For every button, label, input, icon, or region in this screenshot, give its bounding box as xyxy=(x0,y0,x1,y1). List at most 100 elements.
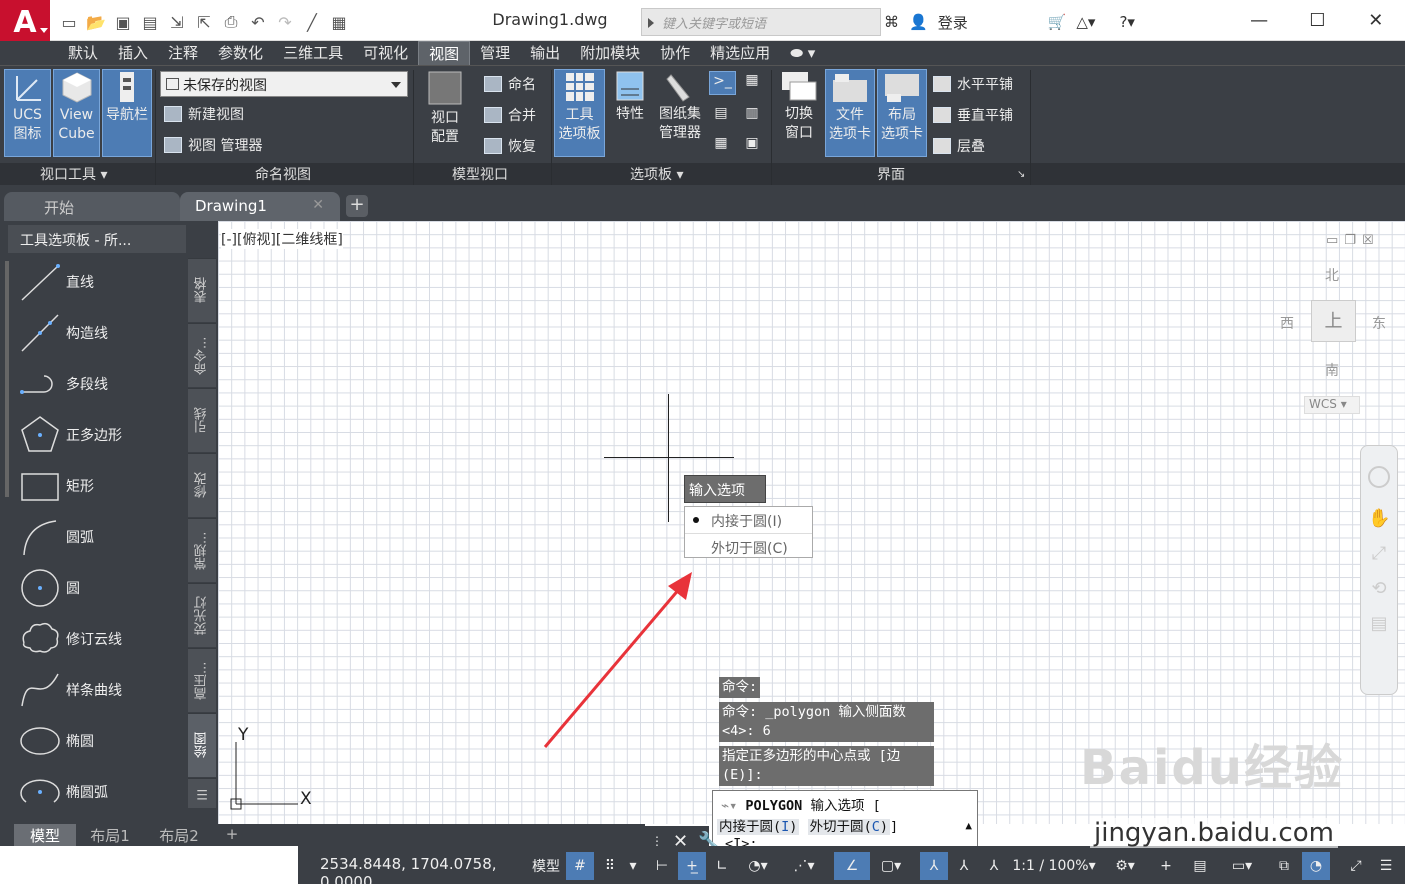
clipboard-icon[interactable]: ▣ xyxy=(740,134,764,158)
viewport-config-button[interactable]: 视口 配置 xyxy=(420,69,470,157)
orbit-icon[interactable]: ⟲ xyxy=(1368,578,1390,599)
calculator-icon[interactable]: ▥ xyxy=(740,104,764,128)
print-icon[interactable]: ⎙ xyxy=(220,11,242,33)
option-inscribed[interactable]: 内接于圆(I) xyxy=(685,507,812,533)
palette-title[interactable]: 工具选项板 - 所... xyxy=(8,225,186,253)
palette-item-line[interactable]: 直线 xyxy=(18,258,178,306)
tab-addins[interactable]: 附加模块 xyxy=(570,41,650,65)
tile-vertical-button[interactable]: 垂直平铺 xyxy=(933,105,1013,125)
close-icon[interactable]: ✕ xyxy=(312,197,324,213)
login-button[interactable]: 登录 xyxy=(938,12,1038,33)
add-layout-button[interactable]: + xyxy=(218,824,246,846)
zoom-extents-icon[interactable]: ⤢ xyxy=(1368,543,1390,564)
viewcube-west[interactable]: 西 xyxy=(1280,313,1294,333)
close-icon[interactable]: ✕ xyxy=(1347,0,1405,40)
showmotion-icon[interactable]: ▤ xyxy=(1368,613,1390,634)
option-circumscribed[interactable]: 外切于圆(C) xyxy=(685,533,812,559)
viewport-restore-icon[interactable]: ❐ xyxy=(1344,233,1356,248)
ortho-icon[interactable]: ∟ xyxy=(708,852,736,880)
palette-tab-draw[interactable]: 绘图 xyxy=(188,713,216,777)
isodraft-icon[interactable]: ⋰▾ xyxy=(784,852,824,880)
viewport-controls-label[interactable]: [-][俯视][二维线框] xyxy=(221,229,343,249)
ucs-icon-button[interactable]: UCS 图标 xyxy=(4,69,51,157)
quick-properties-icon[interactable]: ▭▾ xyxy=(1218,852,1266,880)
tab-view[interactable]: 视图 xyxy=(418,41,471,65)
clean-screen-icon[interactable]: ⤢ xyxy=(1342,852,1370,880)
tab-collaborate[interactable]: 协作 xyxy=(650,41,700,65)
a360-icon[interactable]: △▾ xyxy=(1076,13,1095,31)
object-snap-icon[interactable]: ▢▾ xyxy=(872,852,910,880)
tab-manage[interactable]: 管理 xyxy=(470,41,520,65)
switch-window-button[interactable]: 切换 窗口 xyxy=(776,69,822,157)
steering-wheel-icon[interactable] xyxy=(1368,466,1390,488)
viewcube-north[interactable]: 北 xyxy=(1325,265,1339,285)
palette-item-polyline[interactable]: 多段线 xyxy=(18,360,178,408)
polar-tracking-icon[interactable]: ◔▾ xyxy=(738,852,778,880)
tile-horizontal-button[interactable]: 水平平铺 xyxy=(933,74,1013,94)
snap-icon[interactable]: ⠿ xyxy=(596,852,624,880)
viewcube-south[interactable]: 南 xyxy=(1325,360,1339,380)
annotation-scale-dropdown[interactable]: 1:1 / 100% ▾ xyxy=(1012,852,1096,880)
markup-icon[interactable]: ▤ xyxy=(709,104,733,128)
tab-featured-apps[interactable]: 精选应用 xyxy=(700,41,780,65)
palette-tab-modify[interactable]: 修改 xyxy=(188,453,216,517)
palette-item-ellipse[interactable]: 椭圆 xyxy=(18,717,178,765)
workspace-gear-icon[interactable]: ⚙▾ xyxy=(1102,852,1148,880)
sheet-set-manager-button[interactable]: 图纸集 管理器 xyxy=(654,69,706,157)
viewport-named-button[interactable]: 命名 xyxy=(484,74,536,94)
search-input[interactable]: 键入关键字或短语 xyxy=(641,8,881,36)
tab-annotate[interactable]: 注释 xyxy=(158,41,208,65)
annotation-visibility-icon[interactable]: ⅄ xyxy=(920,852,948,880)
palette-scrollbar[interactable] xyxy=(5,261,9,497)
auto-scale-icon[interactable]: ⅄ xyxy=(950,852,978,880)
palette-tab-general[interactable]: 常规... xyxy=(188,518,216,582)
viewport-minimize-icon[interactable]: ▭ xyxy=(1326,233,1338,248)
tool-palettes-button[interactable]: 工具 选项板 xyxy=(554,69,605,157)
palette-tab-more-icon[interactable]: ☰ xyxy=(188,778,216,808)
tab-layout1[interactable]: 布局1 xyxy=(78,824,142,846)
file-tabs-button[interactable]: 文件 选项卡 xyxy=(825,69,875,157)
match-icon[interactable]: ╱ xyxy=(301,11,323,33)
palette-tab-tables[interactable]: 表格 xyxy=(188,258,216,322)
panel-label-palettes[interactable]: 选项板 ▾ xyxy=(630,164,683,184)
tab-start[interactable]: 开始 xyxy=(4,192,180,221)
tab-drawing1[interactable]: Drawing1 ✕ xyxy=(180,192,340,221)
palette-item-spline[interactable]: 样条曲线 xyxy=(18,666,178,714)
cart-icon[interactable]: 🛒 xyxy=(1048,13,1067,31)
tab-visualize[interactable]: 可视化 xyxy=(353,41,418,65)
palette-tab-high-pressure[interactable]: 高压... xyxy=(188,648,216,712)
palette-item-elliptical-arc[interactable]: 椭圆弧 xyxy=(18,768,178,816)
open-icon[interactable]: 📂 xyxy=(85,11,107,33)
viewport-close-icon[interactable]: ☒ xyxy=(1362,233,1374,248)
coordinates-readout[interactable]: 2534.8448, 1704.0758, 0.0000 xyxy=(298,850,523,884)
palette-item-rectangle[interactable]: 矩形 xyxy=(18,462,178,510)
model-space-button[interactable]: 模型 xyxy=(528,852,564,880)
grid-icon[interactable]: # xyxy=(566,852,594,880)
search-expand-icon[interactable] xyxy=(648,18,654,28)
panel-label-viewport-tools[interactable]: 视口工具 ▾ xyxy=(40,164,107,184)
viewcube-east[interactable]: 东 xyxy=(1372,313,1386,333)
hardware-acceleration-icon[interactable]: ◔ xyxy=(1302,852,1330,880)
tab-model[interactable]: 模型 xyxy=(14,824,76,846)
navigation-bar[interactable]: ✋ ⤢ ⟲ ▤ xyxy=(1360,445,1398,695)
annotation-monitor-icon[interactable]: + xyxy=(1152,852,1180,880)
import-icon[interactable]: ⇲ xyxy=(166,11,188,33)
maximize-icon[interactable]: ☐ xyxy=(1288,0,1346,40)
isolate-objects-icon[interactable]: ⧉ xyxy=(1270,852,1298,880)
tab-parametric[interactable]: 参数化 xyxy=(208,41,273,65)
customization-menu-icon[interactable]: ☰ xyxy=(1372,852,1400,880)
command-line-toggle[interactable]: >_ xyxy=(709,71,736,95)
command-option-circumscribed[interactable]: 外切于圆(C) xyxy=(807,819,890,835)
command-history-toggle-icon[interactable]: ▲ xyxy=(965,819,972,832)
dynamic-input-icon[interactable]: +̲ xyxy=(678,852,706,880)
command-prompt-icon[interactable]: ⌁▾ xyxy=(721,798,737,814)
palette-tab-fluorescent[interactable]: 荧光灯 xyxy=(188,583,216,647)
wcs-menu[interactable]: WCS ▾ xyxy=(1304,396,1360,414)
command-option-inscribed[interactable]: 内接于圆(I) xyxy=(717,819,800,835)
object-snap-tracking-icon[interactable]: ∠ xyxy=(834,852,870,880)
named-view-dropdown[interactable]: 未保存的视图 xyxy=(160,71,408,97)
tab-insert[interactable]: 插入 xyxy=(108,41,158,65)
tab-default[interactable]: 默认 xyxy=(58,41,108,65)
panel-launcher-icon[interactable]: ↘ xyxy=(1017,169,1025,180)
binoculars-icon[interactable]: ⌘ xyxy=(884,13,899,31)
